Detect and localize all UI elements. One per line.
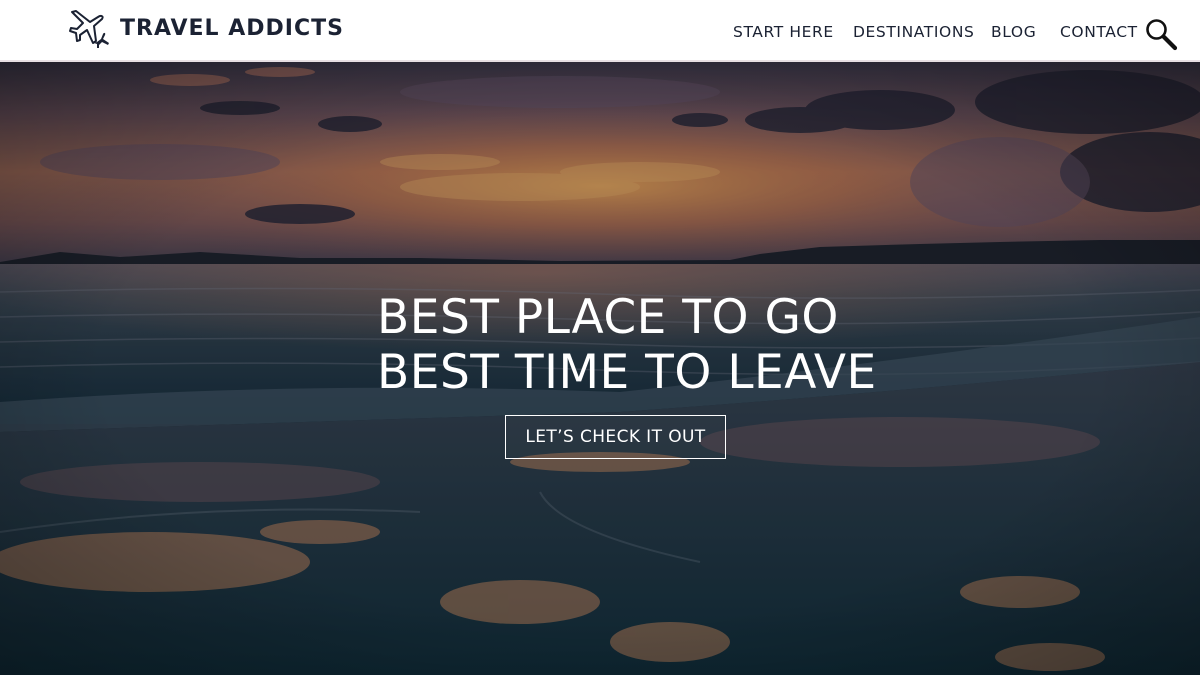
hero-section: BEST PLACE TO GO BEST TIME TO LEAVE LET’… <box>0 62 1200 675</box>
main-nav: START HERE DESTINATIONS BLOG CONTACT <box>0 0 1200 62</box>
nav-item-contact[interactable]: CONTACT <box>1060 23 1138 41</box>
nav-item-blog[interactable]: BLOG <box>991 23 1036 41</box>
search-button[interactable] <box>1144 17 1178 51</box>
nav-item-destinations[interactable]: DESTINATIONS <box>853 23 974 41</box>
check-it-out-button[interactable]: LET’S CHECK IT OUT <box>505 415 726 459</box>
search-icon <box>1146 19 1178 51</box>
hero-headline: BEST PLACE TO GO BEST TIME TO LEAVE <box>377 290 1077 400</box>
page: TRAVEL ADDICTS START HERE DESTINATIONS B… <box>0 0 1200 675</box>
hero-headline-line1: BEST PLACE TO GO <box>377 290 839 345</box>
hero-headline-line2: BEST TIME TO LEAVE <box>377 345 877 400</box>
site-header: TRAVEL ADDICTS START HERE DESTINATIONS B… <box>0 0 1200 62</box>
nav-item-start-here[interactable]: START HERE <box>733 23 834 41</box>
